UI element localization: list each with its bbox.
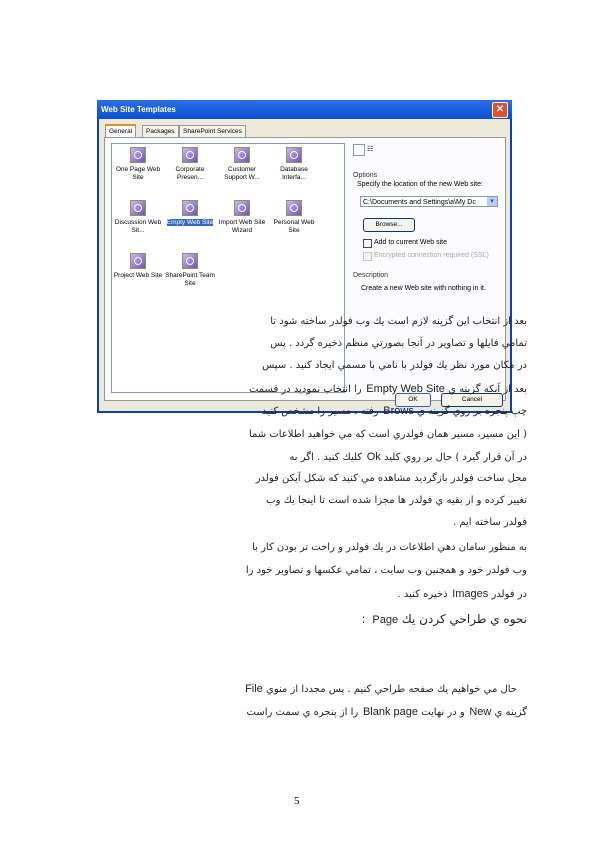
template-item[interactable]: Personal Web Site [268,200,320,235]
text-segment: : [361,612,373,626]
template-item[interactable]: Project Web Site [112,253,164,280]
text-line: گزينه ي New و در نهايت Blank page را از … [247,706,527,718]
close-icon[interactable]: ✕ [492,102,508,118]
text-line: نحوه ي طراحي كردن يك Page : [362,612,527,626]
template-label: Corporate Presen... [175,166,205,181]
description-text: Create a new Web site with nothing in it… [361,285,486,292]
tab-sharepoint-services[interactable]: SharePoint Services [179,125,246,137]
text-line: تغيير كرده و از بقيه ي فولدر ها مجزا شده… [266,495,527,506]
description-label: Description [353,272,389,279]
latin-term: Ok [366,451,381,463]
web-template-icon [130,147,146,163]
latin-term: File [245,683,263,695]
text-segment: را از پنجره ي سمت راست [246,707,363,718]
template-item[interactable]: Import Web Site Wizard [216,200,268,235]
location-combobox[interactable]: C:\Documents and Settings\a\My Dc ▾ [360,196,498,207]
template-label: Discussion Web Sit... [114,219,162,234]
template-item[interactable]: Database Interfa... [268,147,320,182]
web-template-icon [182,200,198,216]
text-segment: چپ پنجره بر روي گزينه ي [413,406,527,417]
text-line: حال مي خواهيم يك صفحه طراحي كنيم . پس مج… [245,683,517,695]
web-template-icon [286,147,302,163]
template-item[interactable]: Corporate Presen... [164,147,216,182]
latin-term: Page [372,614,399,626]
template-item[interactable]: One Page Web Site [112,147,164,182]
template-label: Import Web Site Wizard [218,219,266,234]
web-template-icon [234,200,250,216]
details-view-icon[interactable]: ☷ [367,145,373,153]
template-label: Database Interfa... [280,166,308,181]
ssl-checkbox[interactable] [363,252,372,261]
template-item[interactable]: Empty Web Site [164,200,216,227]
template-label: Project Web Site [113,272,163,279]
text-line: در فولدر Images ذخيره كنيد . [398,588,527,600]
text-line: در مكان مورد نظر يك فولدر با نامي با مسم… [262,360,527,371]
text-segment: كليك كنيد . اگر به [289,452,367,463]
tab-packages[interactable]: Packages [142,125,179,137]
text-segment: در آن قرار گيرد ) حال بر روي كليد [380,452,527,463]
web-template-icon [130,253,146,269]
latin-term: Brows [383,405,414,417]
template-label: Personal Web Site [273,219,315,234]
location-label: Specify the location of the new Web site… [357,181,483,188]
latin-term: New [469,706,492,718]
text-segment: را انتخاب نموديد در قسمت [248,384,367,395]
browse-button[interactable]: Browse... [363,218,415,232]
web-template-icon [130,200,146,216]
text-line: محل ساخت فولدر بازگرديد مشاهده مي كنيد ك… [255,473,527,484]
text-line: تمامي فايلها و تصاوير در آنجا بصورتي منظ… [270,338,527,349]
document-page: Web Site Templates ✕ General Packages Sha… [0,0,596,842]
text-segment: گزينه ي [491,707,527,718]
page-number: 5 [294,795,300,807]
dialog-titlebar: Web Site Templates ✕ [97,100,512,119]
template-item[interactable]: Customer Support W... [216,147,268,182]
latin-term: Empty Web Site [366,383,445,395]
dialog-title: Web Site Templates [101,105,176,114]
text-segment: و در نهايت [417,707,470,718]
text-line: ( اين مسير، مسير همان فولدري است كه مي خ… [248,429,527,440]
web-template-icon [234,147,250,163]
web-template-icon [182,147,198,163]
template-label: Customer Support W... [224,166,260,181]
text-segment: نحوه ي طراحي كردن يك [398,612,527,626]
template-list[interactable]: One Page Web Site Corporate Presen... Cust… [111,143,345,393]
text-segment: در فولدر [488,589,527,600]
text-line: در آن قرار گيرد ) حال بر روي كليد Ok كلي… [289,451,527,463]
text-line: فولدر ساخته ايم . [453,517,527,528]
add-current-label: Add to current Web site [374,239,448,246]
latin-term: Blank page [362,706,418,718]
template-label: One Page Web Site [115,166,161,181]
text-segment: بعد از آنكه گزينه ي [444,384,527,395]
web-template-icon [286,200,302,216]
tab-general[interactable]: General [105,124,137,138]
options-label: Options [353,172,378,179]
text-line: بعد از آنكه گزينه ي Empty Web Site را ان… [249,383,527,395]
text-line: چپ پنجره بر روي گزينه ي Brows رفته ، مسي… [262,405,527,417]
location-value: C:\Documents and Settings\a\My Dc [363,199,476,206]
ssl-label: Encrypted connection required (SSL) [374,252,489,259]
large-icons-view-icon[interactable] [353,144,365,156]
template-item[interactable]: Discussion Web Sit... [112,200,164,235]
web-template-icon [182,253,198,269]
text-segment: حال مي خواهيم يك صفحه طراحي كنيم . پس مج… [262,684,517,695]
template-item[interactable]: SharePoint Team Site [164,253,216,288]
text-line: به منظور سامان دهي اطلاعات در يك فولدر و… [252,542,527,553]
add-current-checkbox[interactable] [363,239,372,248]
text-line: وب فولدر خود و همچنين وب سايت ، تمامي عك… [245,565,527,576]
text-segment: رفته ، مسير را مشخص كنيد [262,406,384,417]
template-label: Empty Web Site [166,219,214,226]
text-segment: ذخيره كنيد . [397,589,453,600]
text-line: بعد از انتخاب اين گزينه لازم است يك وب ف… [270,316,527,327]
chevron-down-icon[interactable]: ▾ [487,197,497,206]
latin-term: Images [452,588,489,600]
template-label: SharePoint Team Site [165,272,215,287]
